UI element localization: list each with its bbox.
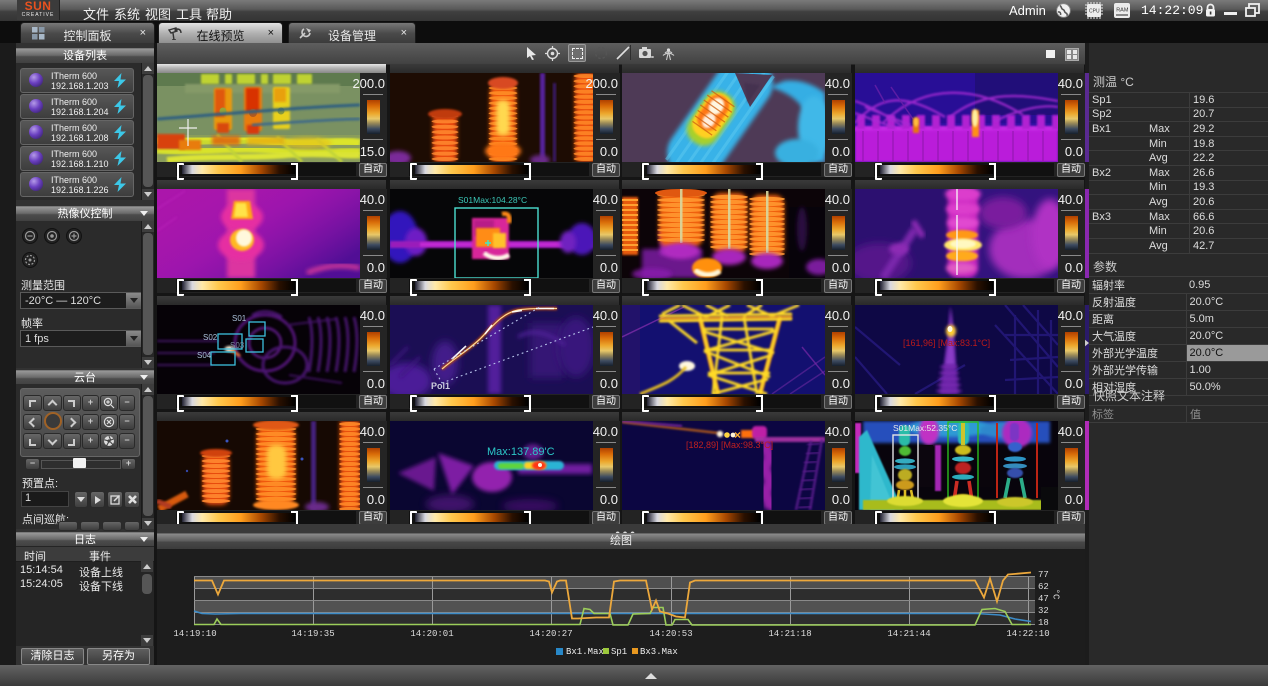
svg-text:CPU: CPU — [1089, 9, 1100, 15]
svg-text:[182,89] [Max:98.3°C]: [182,89] [Max:98.3°C] — [686, 440, 773, 450]
svg-text:Pol1: Pol1 — [431, 381, 450, 391]
svg-text:S01Max:104.28°C: S01Max:104.28°C — [458, 195, 527, 205]
svg-text:S03: S03 — [230, 341, 245, 350]
svg-text:S01: S01 — [232, 314, 247, 323]
svg-text:RAM: RAM — [1116, 8, 1129, 14]
svg-text:Max:137.89'C: Max:137.89'C — [487, 446, 555, 458]
svg-text:S01Max:52.35°C: S01Max:52.35°C — [893, 423, 957, 433]
svg-text:S04: S04 — [197, 351, 212, 360]
svg-text:S02: S02 — [203, 333, 218, 342]
svg-text:[161,96] [Max:83.1°C]: [161,96] [Max:83.1°C] — [903, 338, 990, 348]
